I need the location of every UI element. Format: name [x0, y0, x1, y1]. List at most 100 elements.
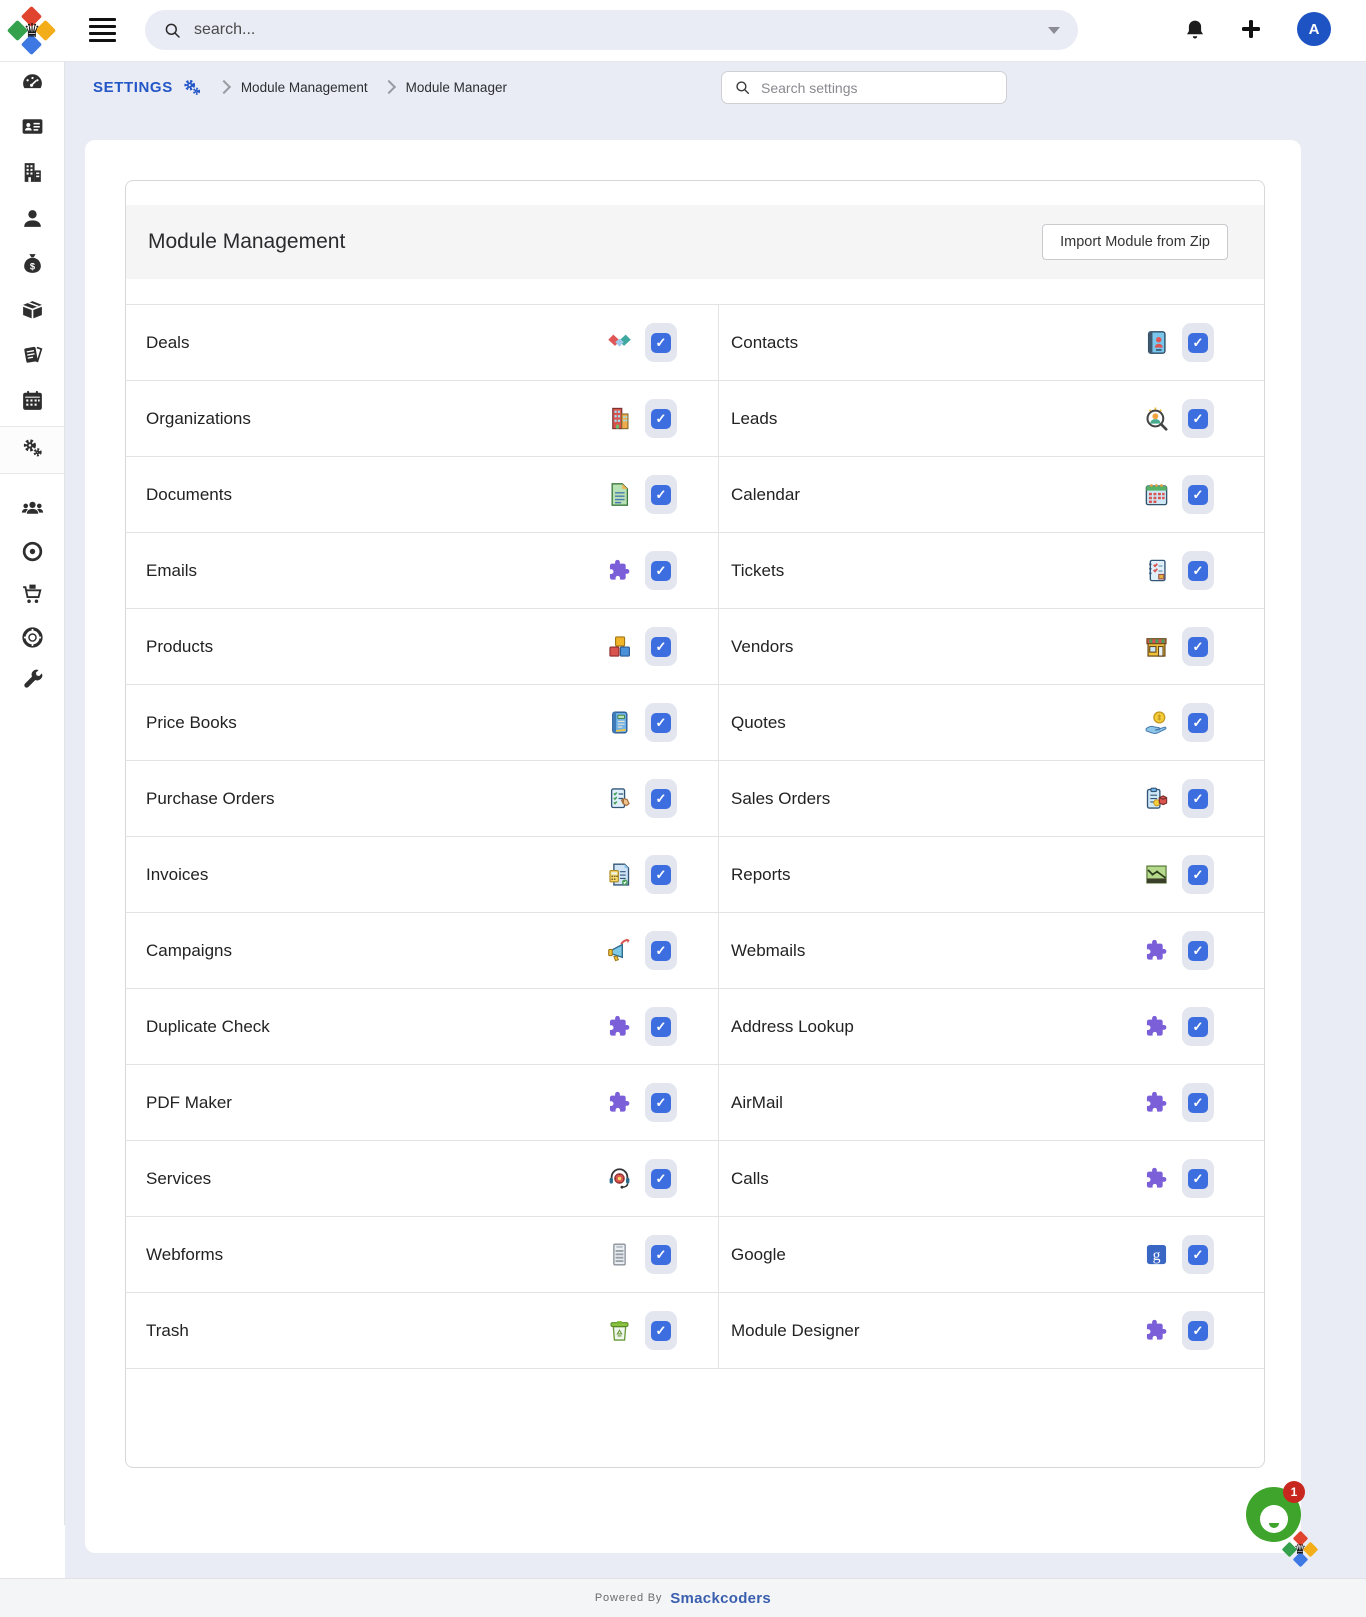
module-name: Purchase Orders	[146, 789, 275, 809]
checkmark-icon	[1188, 1093, 1208, 1113]
address-book-icon	[1143, 329, 1170, 356]
module-enabled-checkbox[interactable]	[645, 551, 677, 590]
checkmark-icon	[651, 1245, 671, 1265]
buildings-icon	[20, 160, 45, 190]
checkmark-icon	[1188, 865, 1208, 885]
global-search-input[interactable]	[192, 20, 1038, 40]
module-enabled-checkbox[interactable]	[645, 1235, 677, 1274]
module-enabled-checkbox[interactable]	[1182, 779, 1214, 818]
sidebar-item-open-box[interactable]	[0, 289, 64, 335]
settings-search[interactable]	[721, 71, 1007, 104]
module-enabled-checkbox[interactable]	[1182, 1311, 1214, 1350]
module-enabled-checkbox[interactable]	[1182, 1159, 1214, 1198]
module-enabled-checkbox[interactable]	[645, 1083, 677, 1122]
sidebar-item-buildings[interactable]	[0, 152, 64, 198]
sidebar-item-id-card[interactable]	[0, 107, 64, 153]
module-enabled-checkbox[interactable]	[645, 931, 677, 970]
module-enabled-checkbox[interactable]	[1182, 1007, 1214, 1046]
breadcrumb-module-manager[interactable]: Module Manager	[406, 80, 507, 95]
sidebar-item-money-bag[interactable]: $	[0, 243, 64, 289]
module-enabled-checkbox[interactable]	[645, 627, 677, 666]
sidebar-item-lifebuoy[interactable]	[0, 619, 64, 662]
module-name: Price Books	[146, 713, 237, 733]
module-row: Leads	[718, 380, 1264, 456]
document-icon	[606, 481, 633, 508]
checkmark-icon	[651, 789, 671, 809]
chevron-right-icon	[217, 80, 231, 94]
sidebar-item-paper-cards[interactable]	[0, 335, 64, 381]
module-enabled-checkbox[interactable]	[1182, 475, 1214, 514]
sidebar-item-target[interactable]	[0, 533, 64, 576]
settings-search-input[interactable]	[759, 79, 994, 97]
module-enabled-checkbox[interactable]	[645, 703, 677, 742]
module-row: PDF Maker	[126, 1064, 718, 1140]
checkmark-icon	[1188, 561, 1208, 581]
module-row: Google g	[718, 1216, 1264, 1292]
module-enabled-checkbox[interactable]	[1182, 551, 1214, 590]
module-enabled-checkbox[interactable]	[645, 475, 677, 514]
module-row: Documents	[126, 456, 718, 532]
module-enabled-checkbox[interactable]	[645, 399, 677, 438]
paper-cards-icon	[20, 342, 45, 372]
module-enabled-checkbox[interactable]	[645, 323, 677, 362]
breadcrumb-module-management[interactable]: Module Management	[241, 80, 368, 95]
app-logo-icon[interactable]	[9, 8, 55, 54]
user-avatar[interactable]: A	[1297, 12, 1331, 46]
module-enabled-checkbox[interactable]	[1182, 931, 1214, 970]
headset-icon	[606, 1165, 633, 1192]
smackcoders-link[interactable]: Smackcoders	[670, 1590, 771, 1607]
notifications-bell-icon[interactable]	[1183, 18, 1207, 44]
sidebar-item-users-group[interactable]	[0, 490, 64, 533]
chart-icon	[1143, 861, 1170, 888]
module-enabled-checkbox[interactable]	[645, 779, 677, 818]
module-row: Trash	[126, 1292, 718, 1368]
module-enabled-checkbox[interactable]	[645, 1007, 677, 1046]
clipboard-hand-icon	[606, 785, 633, 812]
module-enabled-checkbox[interactable]	[645, 855, 677, 894]
module-name: Reports	[731, 865, 791, 885]
chevron-down-icon[interactable]	[1048, 27, 1060, 34]
module-enabled-checkbox[interactable]	[1182, 627, 1214, 666]
module-enabled-checkbox[interactable]	[1182, 1083, 1214, 1122]
breadcrumb-settings-link[interactable]: SETTINGS	[93, 76, 203, 98]
global-search[interactable]	[145, 10, 1078, 50]
checkmark-icon	[651, 941, 671, 961]
sidebar-item-gears[interactable]	[0, 426, 64, 474]
module-grid: Deals Contacts Organizations Leads Docum…	[126, 304, 1264, 1368]
trash-bin-icon	[606, 1317, 633, 1344]
gears-icon	[20, 435, 45, 465]
module-row: Webmails	[718, 912, 1264, 988]
checkmark-icon	[651, 865, 671, 885]
menu-icon[interactable]	[89, 18, 116, 42]
checkmark-icon	[1188, 333, 1208, 353]
module-enabled-checkbox[interactable]	[645, 1159, 677, 1198]
module-enabled-checkbox[interactable]	[1182, 855, 1214, 894]
module-row: Calls	[718, 1140, 1264, 1216]
checkmark-icon	[1188, 485, 1208, 505]
module-enabled-checkbox[interactable]	[1182, 399, 1214, 438]
sidebar-item-wrench[interactable]	[0, 662, 64, 705]
import-module-button[interactable]: Import Module from Zip	[1042, 224, 1228, 260]
module-row: Contacts	[718, 304, 1264, 380]
app-root: A $ SETTINGS Module Management Module Ma…	[0, 0, 1366, 1616]
checkmark-icon	[651, 1017, 671, 1037]
lifebuoy-icon	[20, 625, 45, 655]
sidebar-item-dashboard[interactable]	[0, 61, 64, 107]
module-enabled-checkbox[interactable]	[1182, 1235, 1214, 1274]
module-name: Duplicate Check	[146, 1017, 270, 1037]
module-row: Duplicate Check	[126, 988, 718, 1064]
checkmark-icon	[1188, 713, 1208, 733]
sidebar-item-person[interactable]	[0, 198, 64, 244]
open-box-icon	[20, 297, 45, 327]
module-enabled-checkbox[interactable]	[645, 1311, 677, 1350]
sidebar-item-cart[interactable]	[0, 576, 64, 619]
sidebar-item-calendar-mono[interactable]	[0, 380, 64, 426]
checkmark-icon	[1188, 1245, 1208, 1265]
quick-create-plus-icon[interactable]	[1240, 18, 1262, 40]
module-enabled-checkbox[interactable]	[1182, 323, 1214, 362]
module-name: Emails	[146, 561, 197, 581]
checkmark-icon	[651, 333, 671, 353]
settings-label: SETTINGS	[93, 79, 173, 96]
module-enabled-checkbox[interactable]	[1182, 703, 1214, 742]
module-name: Webforms	[146, 1245, 223, 1265]
